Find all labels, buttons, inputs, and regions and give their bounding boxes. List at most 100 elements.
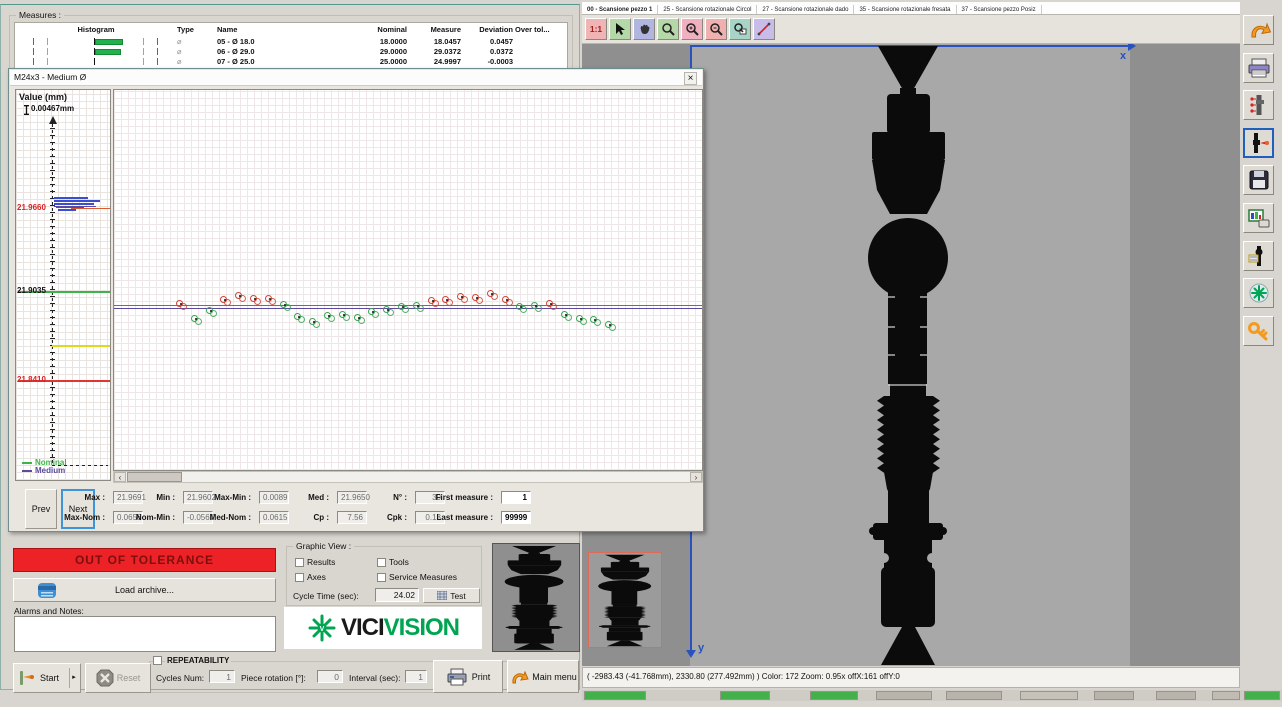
table-row[interactable]: ⌀07 - Ø 25.025.000024.9997-0.0003 <box>15 57 567 67</box>
start-measure-button[interactable] <box>1243 128 1274 158</box>
data-point[interactable] <box>265 295 278 306</box>
part-preview-selected[interactable] <box>588 552 662 648</box>
scroll-left-arrow[interactable]: ‹ <box>114 472 126 482</box>
measures-table[interactable]: HistogramTypeNameNominalMeasureDeviation… <box>14 22 568 72</box>
stat-label-maxmin: Max-Min : <box>185 493 251 502</box>
data-point[interactable] <box>605 321 618 332</box>
data-point[interactable] <box>413 302 426 313</box>
checkbox-tools[interactable]: Tools <box>377 557 409 567</box>
stat-label-maxnom: Max-Nom : <box>39 513 105 522</box>
data-point[interactable] <box>354 314 367 325</box>
save-button[interactable] <box>1243 165 1274 195</box>
data-point[interactable] <box>235 292 248 303</box>
trend-chart[interactable] <box>113 89 703 471</box>
data-point[interactable] <box>561 311 574 322</box>
lower-tolerance-label: 21.8410 <box>17 375 46 384</box>
pan-hand-button[interactable] <box>633 18 655 40</box>
data-point[interactable] <box>487 290 500 301</box>
table-row[interactable]: ⌀06 - Ø 29.029.000029.03720.0372 <box>15 47 567 57</box>
zoom-in-button[interactable] <box>681 18 703 40</box>
histogram-bar <box>54 197 88 199</box>
data-point[interactable] <box>309 318 322 329</box>
start-button[interactable]: Start ▸ <box>13 663 81 693</box>
data-point[interactable] <box>398 303 411 314</box>
results-button[interactable] <box>1243 203 1274 233</box>
access-key-button[interactable] <box>1243 316 1274 346</box>
tab-37[interactable]: 37 - Scansione pezzo Posiz <box>957 5 1042 14</box>
checkbox-results[interactable]: Results <box>295 557 335 567</box>
chart-horizontal-scrollbar[interactable]: ‹ › <box>113 471 703 483</box>
data-point[interactable] <box>368 308 381 319</box>
alarms-notes-textarea[interactable] <box>14 616 276 652</box>
select-cursor-button[interactable] <box>609 18 631 40</box>
vici-about-button[interactable] <box>1243 278 1274 308</box>
data-point[interactable] <box>250 295 263 306</box>
part-preview-left[interactable] <box>492 543 580 652</box>
cycles-num-field[interactable]: 1 <box>209 670 235 683</box>
one-to-one-button[interactable]: 1:1 <box>585 18 607 40</box>
data-point[interactable] <box>191 315 204 326</box>
type-diameter-icon: ⌀ <box>177 37 182 46</box>
interval-field[interactable]: 1 <box>405 670 427 683</box>
zoom-button[interactable] <box>657 18 679 40</box>
data-point[interactable] <box>339 311 352 322</box>
data-point[interactable] <box>294 313 307 324</box>
data-point[interactable] <box>472 294 485 305</box>
print-button[interactable]: Print <box>433 660 503 693</box>
measure-line-button[interactable] <box>753 18 775 40</box>
zoom-window-button[interactable] <box>729 18 751 40</box>
data-point[interactable] <box>502 296 515 307</box>
data-point[interactable] <box>428 297 441 308</box>
tolerance-mark <box>47 38 48 45</box>
data-point[interactable] <box>220 296 233 307</box>
test-icon <box>437 591 447 600</box>
checkbox-axes[interactable]: Axes <box>295 572 326 582</box>
print-icon-button[interactable] <box>1243 53 1274 83</box>
start-dropdown-arrow[interactable]: ▸ <box>69 668 78 688</box>
tab-35[interactable]: 35 - Scansione rotazionale fresata <box>854 5 956 14</box>
type-diameter-icon: ⌀ <box>177 57 182 66</box>
data-point[interactable] <box>383 306 396 317</box>
cell-measure: 29.0372 <box>409 47 461 56</box>
checkbox-box[interactable] <box>295 558 304 567</box>
reset-button[interactable]: Reset <box>85 663 151 693</box>
tab-25[interactable]: 25 - Scansione rotazionale Circol <box>658 5 757 14</box>
data-point[interactable] <box>442 296 455 307</box>
data-point[interactable] <box>280 301 293 312</box>
checkbox-service-measures[interactable]: Service Measures <box>377 572 457 582</box>
repeatability-checkbox[interactable] <box>153 656 162 665</box>
data-point[interactable] <box>457 293 470 304</box>
load-archive-button[interactable]: Load archive... <box>13 578 276 602</box>
main-menu-button[interactable]: Main menu <box>507 660 579 693</box>
dialog-title-bar[interactable]: M24x3 - Medium Ø × <box>10 70 702 86</box>
piece-rotation-field[interactable]: 0 <box>317 670 343 683</box>
data-point[interactable] <box>324 312 337 323</box>
scroll-right-arrow[interactable]: › <box>690 472 702 482</box>
stat-field-firstmeasure[interactable]: 1 <box>501 491 531 504</box>
tab-27[interactable]: 27 - Scansione rotazionale dado <box>757 5 854 14</box>
deviation-bar <box>95 39 123 45</box>
data-point[interactable] <box>516 303 529 314</box>
data-point[interactable] <box>206 307 219 318</box>
checkbox-box[interactable] <box>377 558 386 567</box>
test-button[interactable]: Test <box>423 588 480 603</box>
main-menu-icon-button[interactable] <box>1243 15 1274 45</box>
table-row[interactable]: ⌀05 - Ø 18.018.000018.04570.0457 <box>15 37 567 47</box>
tab-00[interactable]: 00 - Scansione pezzo 1 <box>582 5 658 14</box>
data-point[interactable] <box>590 316 603 327</box>
zoom-out-button[interactable] <box>705 18 727 40</box>
data-point[interactable] <box>531 302 544 313</box>
data-point[interactable] <box>176 300 189 311</box>
stat-field-lastmeasure[interactable]: 99999 <box>501 511 531 524</box>
checkbox-box[interactable] <box>295 573 304 582</box>
cell-nominal: 25.0000 <box>351 57 407 66</box>
interval-label: Interval (sec): <box>349 673 401 683</box>
tools-button[interactable] <box>1243 241 1274 271</box>
data-point[interactable] <box>576 315 589 326</box>
dialog-close-button[interactable]: × <box>684 72 697 85</box>
graphic-view-group: Graphic View : ResultsToolsAxesService M… <box>286 546 482 606</box>
scrollbar-thumb[interactable] <box>127 472 182 482</box>
data-point[interactable] <box>546 300 559 311</box>
checkbox-box[interactable] <box>377 573 386 582</box>
measures-list-button[interactable] <box>1243 90 1274 120</box>
